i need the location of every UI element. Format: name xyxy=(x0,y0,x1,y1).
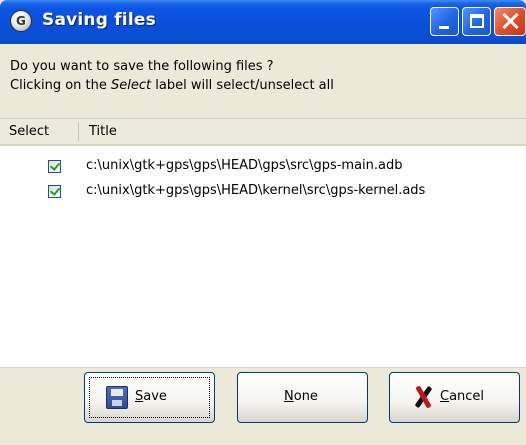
file-path: c:\unix\gtk+gps\gps\HEAD\gps\src\gps-mai… xyxy=(86,158,403,173)
minimize-button[interactable] xyxy=(430,7,459,36)
file-list[interactable]: Select Title c:\unix\gtk+gps\gps\HEAD\gp… xyxy=(0,118,526,368)
title-bar[interactable]: G Saving files xyxy=(0,0,526,44)
maximize-button[interactable] xyxy=(462,7,491,36)
save-button[interactable]: Save xyxy=(84,372,215,423)
column-header-title[interactable]: Title xyxy=(89,124,117,139)
saving-files-dialog: G Saving files Do you want to save the f… xyxy=(0,0,526,445)
select-checkbox[interactable] xyxy=(48,185,61,198)
prompt-question: Do you want to save the following files … xyxy=(10,59,274,74)
list-header: Select Title xyxy=(0,119,526,146)
list-item[interactable]: c:\unix\gtk+gps\gps\HEAD\gps\src\gps-mai… xyxy=(0,157,526,181)
list-item[interactable]: c:\unix\gtk+gps\gps\HEAD\kernel\src\gps-… xyxy=(0,182,526,206)
cancel-button-label: Cancel xyxy=(440,389,485,404)
close-button[interactable] xyxy=(494,7,526,36)
column-divider[interactable] xyxy=(78,122,79,141)
select-checkbox[interactable] xyxy=(48,160,61,173)
none-button[interactable]: None xyxy=(237,372,368,423)
close-icon xyxy=(501,11,519,31)
none-button-label: None xyxy=(284,389,318,404)
red-x-icon xyxy=(413,385,433,409)
prompt-hint: Clicking on the Select label will select… xyxy=(10,78,334,93)
maximize-icon xyxy=(470,14,484,28)
gps-app-icon[interactable]: G xyxy=(10,10,32,32)
minimize-icon xyxy=(439,26,449,29)
column-header-select[interactable]: Select xyxy=(9,124,49,139)
file-path: c:\unix\gtk+gps\gps\HEAD\kernel\src\gps-… xyxy=(86,183,426,198)
floppy-disk-icon xyxy=(106,386,128,409)
window-title: Saving files xyxy=(42,10,156,30)
cancel-button[interactable]: Cancel xyxy=(389,372,520,423)
save-button-label: Save xyxy=(135,389,167,404)
